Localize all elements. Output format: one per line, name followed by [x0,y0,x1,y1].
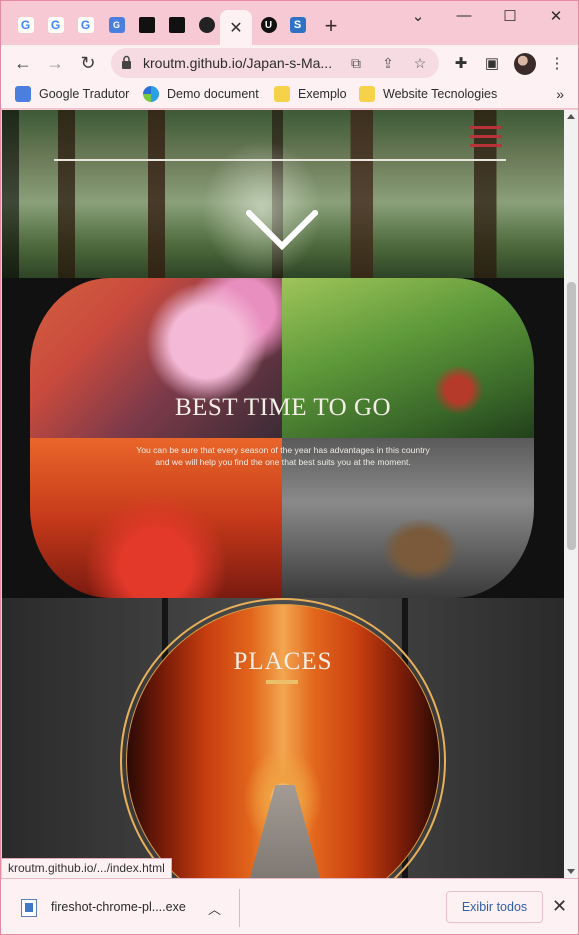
hero-divider [54,159,506,161]
close-downloads-icon[interactable]: ✕ [552,896,567,917]
folder-icon [274,86,290,102]
tab-google-3[interactable]: G [71,10,100,40]
tab-active[interactable]: ✕ [220,10,252,45]
scroll-down-arrow-icon[interactable] [567,869,575,874]
tab-s[interactable]: S [283,10,312,40]
menu-icon[interactable]: ⋮ [547,53,567,73]
tab-github[interactable] [192,10,221,40]
download-file-name[interactable]: fireshot-chrome-pl....exe [51,900,186,914]
bookmark-label: Exemplo [298,87,347,101]
chevron-up-icon[interactable]: ︿ [208,899,221,918]
back-icon[interactable]: ← [11,51,35,75]
tab-strip: G G G G ✕ U S + ⌄ — ☐ ✕ [1,1,578,45]
bookmark-label: Demo document [167,87,259,101]
best-time-title: BEST TIME TO GO [174,394,392,421]
google-icon: G [47,17,64,33]
reload-icon[interactable]: ↻ [76,51,100,75]
google-icon: G [77,17,94,33]
best-time-section: BEST TIME TO GO You can be sure that eve… [2,278,564,598]
u-icon: U [260,17,277,33]
download-file-icon[interactable] [21,899,37,917]
bookmark-exemplo[interactable]: Exemplo [274,86,347,102]
site-icon [138,17,155,33]
downloads-bar: fireshot-chrome-pl....exe ︿ Exibir todos… [1,878,578,934]
bookmark-demo-document[interactable]: Demo document [143,86,259,102]
folder-icon [359,86,375,102]
github-icon [198,17,215,33]
places-title: PLACES [233,648,333,675]
bookmarks-bar: Google Tradutor Demo document Exemplo We… [1,81,578,109]
status-bubble: kroutm.github.io/.../index.html [2,858,172,878]
tab-site-1[interactable] [132,10,161,40]
edge-icon [143,86,159,102]
page-scrollbar[interactable] [564,110,578,878]
page-viewport[interactable]: BEST TIME TO GO You can be sure that eve… [2,110,564,878]
forward-icon[interactable]: → [43,51,67,75]
translate-page-icon[interactable]: ⧉ [347,54,365,72]
torii-gates-image [126,604,440,878]
translate-icon: G [108,17,125,33]
maximize-icon[interactable]: ☐ [495,7,525,25]
tab-site-2[interactable] [162,10,191,40]
site-icon [168,17,185,33]
window-close-icon[interactable]: ✕ [541,7,571,25]
scroll-up-arrow-icon[interactable] [567,114,575,119]
minimize-icon[interactable]: — [449,7,479,24]
hamburger-menu-icon[interactable] [470,126,502,148]
show-all-downloads-button[interactable]: Exibir todos [446,891,543,923]
bookmark-label: Google Tradutor [39,87,130,101]
translate-icon [15,86,31,102]
bookmark-website-tecnologies[interactable]: Website Tecnologies [359,86,497,102]
address-bar[interactable]: kroutm.github.io/Japan-s-Ma... ⧉ ⇪ ☆ [111,48,439,78]
lock-icon [122,55,131,69]
close-icon[interactable]: ✕ [228,20,244,37]
scroll-down-chevron-icon[interactable] [246,210,318,252]
toolbar: ← → ↻ kroutm.github.io/Japan-s-Ma... ⧉ ⇪… [1,45,578,81]
browser-window: G G G G ✕ U S + ⌄ — ☐ ✕ ← → ↻ kroutm.git… [0,0,579,935]
hero-forest-image [2,110,564,280]
side-panel-icon[interactable]: ▣ [482,53,502,73]
bookmark-label: Website Tecnologies [383,87,498,101]
scrollbar-thumb[interactable] [567,282,576,550]
new-tab-button[interactable]: + [319,13,343,39]
best-time-text: You can be sure that every season of the… [136,445,430,467]
places-underline [266,680,298,684]
google-icon: G [17,17,34,33]
extensions-icon[interactable]: ✚ [451,53,471,73]
places-section: PLACES [2,598,564,878]
bookmark-google-tradutor[interactable]: Google Tradutor [15,86,129,102]
tab-translate[interactable]: G [102,10,131,40]
url-text[interactable]: kroutm.github.io/Japan-s-Ma... [143,55,343,71]
bookmarks-overflow-button[interactable]: » [556,86,564,102]
places-circle[interactable] [120,598,446,878]
tab-google-1[interactable]: G [11,10,40,40]
bookmark-star-icon[interactable]: ☆ [411,54,429,72]
downloads-divider [239,889,240,927]
tab-search-icon[interactable]: ⌄ [403,7,433,25]
share-icon[interactable]: ⇪ [379,54,397,72]
tab-u[interactable]: U [254,10,283,40]
avatar[interactable] [514,53,536,75]
s-icon: S [289,17,306,33]
seasons-collage [30,278,534,598]
tab-google-2[interactable]: G [41,10,70,40]
